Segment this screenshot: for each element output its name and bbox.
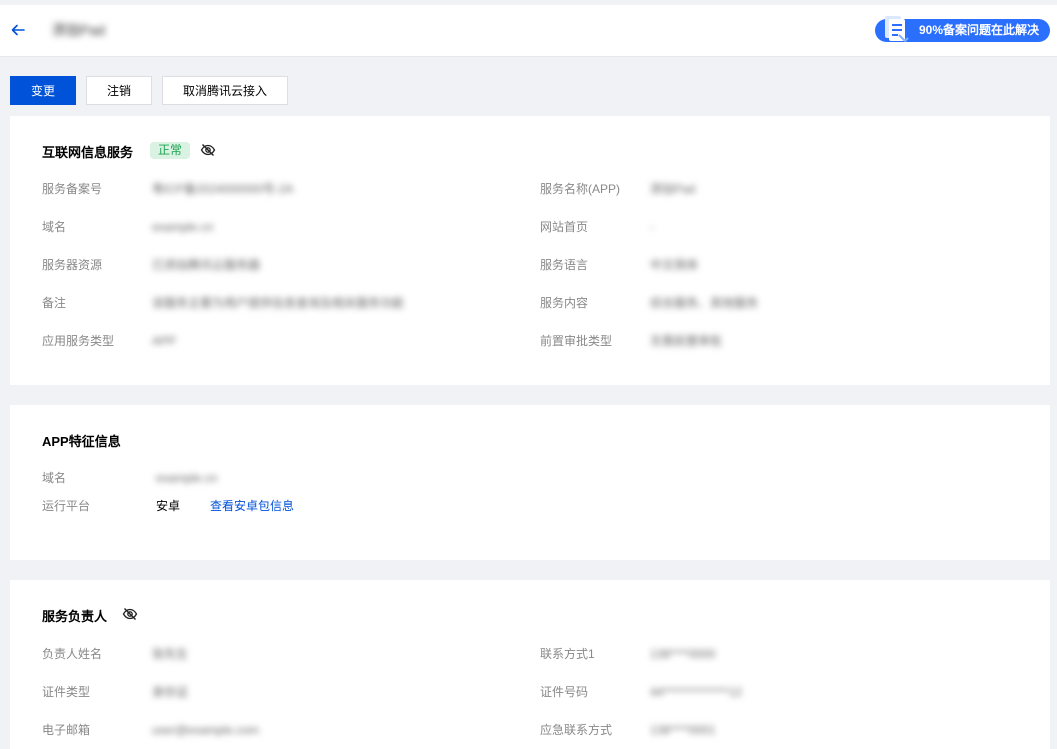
service-title: 互联网信息服务 [42,145,134,160]
field-value: - [650,220,654,234]
platform-value: 安卓 [156,499,181,513]
field-value: 身份证 [152,685,189,699]
field-label: 服务语言 [540,258,589,272]
owner-card: 服务负责人 负责人姓名 张先生 证件类型 身份证 电子邮箱 user@examp… [10,580,1050,749]
cancel-access-button[interactable]: 取消腾讯云接入 [162,76,288,105]
field-value: 张先生 [152,647,189,661]
cancel-button[interactable]: 注销 [86,76,152,105]
app-info-card: APP特征信息 域名 example.cn 运行平台 安卓 查看安卓包信息 [10,405,1050,560]
status-badge: 正常 [150,142,190,159]
field-label: 服务内容 [540,296,589,310]
field-value: 中文简体 [650,258,699,272]
eye-off-icon[interactable] [200,142,216,158]
field-value: 已添加腾讯云服务器 [152,258,261,272]
field-label: 电子邮箱 [42,723,91,737]
field-value: 138****0001 [650,723,716,737]
field-value: user@example.com [152,723,259,737]
page-title: 添加Pad [52,22,105,38]
field-value: 无需前置审批 [650,334,723,348]
field-label: 联系方式1 [540,647,595,661]
field-label: 证件类型 [42,685,91,699]
arrow-left-icon[interactable] [10,22,26,38]
promo-text: 90%备案问题在此解决 [919,23,1040,37]
field-value: example.cn [152,220,214,234]
field-label: 证件号码 [540,685,589,699]
field-label: 负责人姓名 [42,647,103,661]
field-label: 域名 [42,220,67,234]
eye-off-icon[interactable] [122,606,138,622]
field-label: 备注 [42,296,67,310]
change-button[interactable]: 变更 [10,76,76,105]
field-value: example.cn [156,471,218,485]
top-bar: 添加Pad 90%备案问题在此解决 [0,0,1057,57]
field-value: APP [152,334,177,348]
help-promo-button[interactable]: 90%备案问题在此解决 [875,16,1050,43]
field-label: 运行平台 [42,499,91,513]
field-value: 添加Pad [650,182,696,196]
field-value: 综合服务、其他服务 [650,296,759,310]
field-label: 服务器资源 [42,258,103,272]
field-value: 该服务主要为用户提供信息查询及相关服务功能 [152,296,405,310]
field-value: 138****0000 [650,647,716,661]
app-info-title: APP特征信息 [42,434,121,449]
service-card: 互联网信息服务 正常 服务备案号 粤ICP备2024000000号-2A 域名 … [10,116,1050,385]
field-label: 前置审批类型 [540,334,613,348]
field-label: 网站首页 [540,220,589,234]
field-value: 粤ICP备2024000000号-2A [152,182,294,196]
owner-title: 服务负责人 [42,609,108,624]
field-value: 44**************12 [650,685,743,699]
field-label: 服务备案号 [42,182,103,196]
field-label: 域名 [42,471,67,485]
field-label: 应急联系方式 [540,723,613,737]
view-android-package-link[interactable]: 查看安卓包信息 [210,498,294,514]
field-label: 服务名称(APP) [540,182,621,196]
field-label: 应用服务类型 [42,334,115,348]
document-icon [885,16,909,43]
